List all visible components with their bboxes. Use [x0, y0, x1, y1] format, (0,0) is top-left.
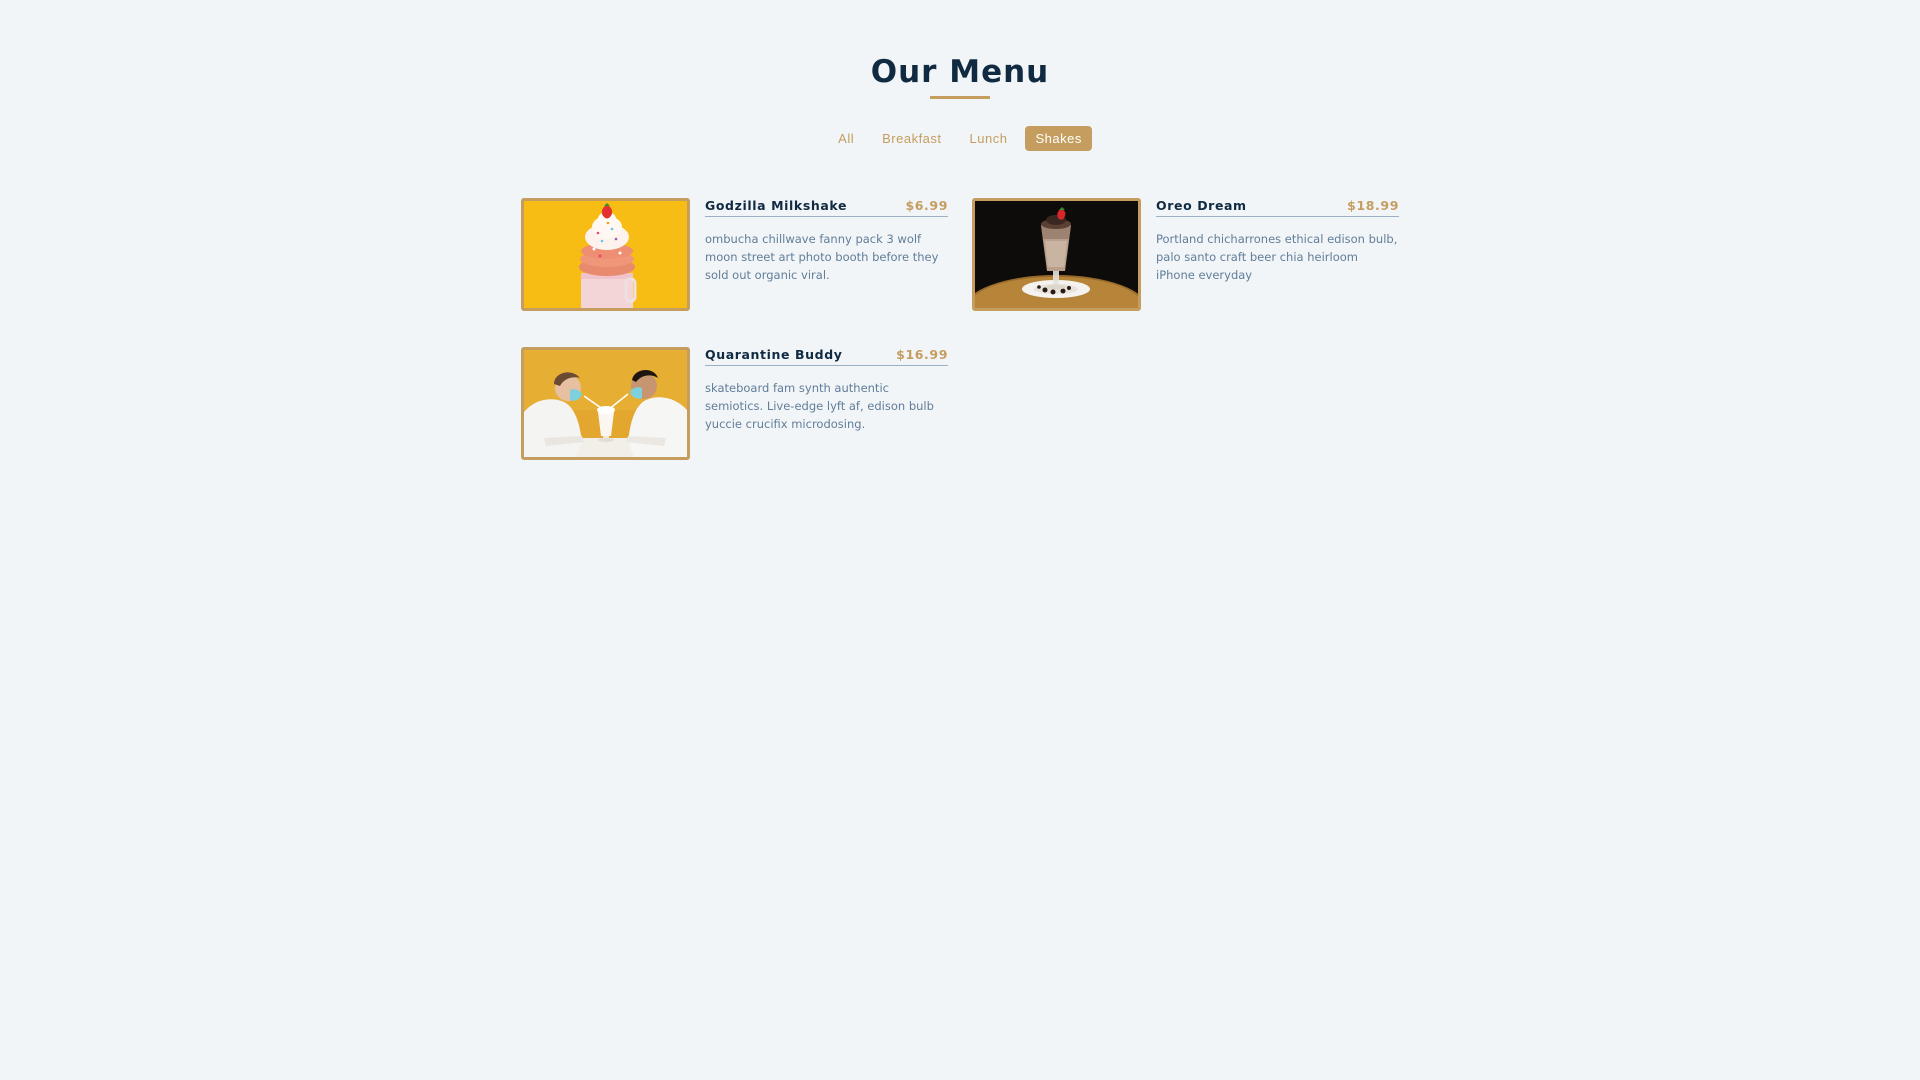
- filter-lunch-button[interactable]: Lunch: [960, 126, 1018, 151]
- menu-item: Godzilla Milkshake $6.99 ombucha chillwa…: [521, 198, 951, 311]
- item-name: Quarantine Buddy: [705, 347, 843, 362]
- item-info: Oreo Dream $18.99 Portland chicharrones …: [1156, 198, 1399, 296]
- item-info: Godzilla Milkshake $6.99 ombucha chillwa…: [705, 198, 948, 296]
- filter-shakes-button[interactable]: Shakes: [1025, 126, 1092, 151]
- item-description: Portland chicharrones ethical edison bul…: [1156, 232, 1398, 282]
- item-price: $6.99: [905, 198, 948, 213]
- item-name: Godzilla Milkshake: [705, 198, 848, 213]
- item-header: Godzilla Milkshake $6.99: [705, 198, 948, 217]
- filter-breakfast-button[interactable]: Breakfast: [872, 126, 951, 151]
- page-title: Our Menu: [870, 54, 1050, 90]
- menu-item: Oreo Dream $18.99 Portland chicharrones …: [972, 198, 1402, 311]
- couple-sharing-shake-photo: [521, 347, 690, 460]
- item-info: Quarantine Buddy $16.99 skateboard fam s…: [705, 347, 948, 445]
- oreo-shake-photo: [972, 198, 1141, 311]
- item-description: ombucha chillwave fanny pack 3 wolf moon…: [705, 232, 939, 282]
- category-filters: All Breakfast Lunch Shakes: [0, 126, 1920, 151]
- menu-item: Quarantine Buddy $16.99 skateboard fam s…: [521, 347, 951, 460]
- item-price: $18.99: [1347, 198, 1399, 213]
- item-header: Quarantine Buddy $16.99: [705, 347, 948, 366]
- item-name: Oreo Dream: [1156, 198, 1247, 213]
- menu-page: Our Menu All Breakfast Lunch Shakes Godz…: [0, 0, 1920, 1080]
- title-underline: [930, 96, 990, 100]
- milkshake-photo: [521, 198, 690, 311]
- item-header: Oreo Dream $18.99: [1156, 198, 1399, 217]
- filter-all-button[interactable]: All: [828, 126, 864, 151]
- title-section: Our Menu: [0, 54, 1920, 100]
- item-price: $16.99: [896, 347, 948, 362]
- item-description: skateboard fam synth authentic semiotics…: [705, 381, 934, 431]
- menu-grid: Godzilla Milkshake $6.99 ombucha chillwa…: [521, 198, 1401, 460]
